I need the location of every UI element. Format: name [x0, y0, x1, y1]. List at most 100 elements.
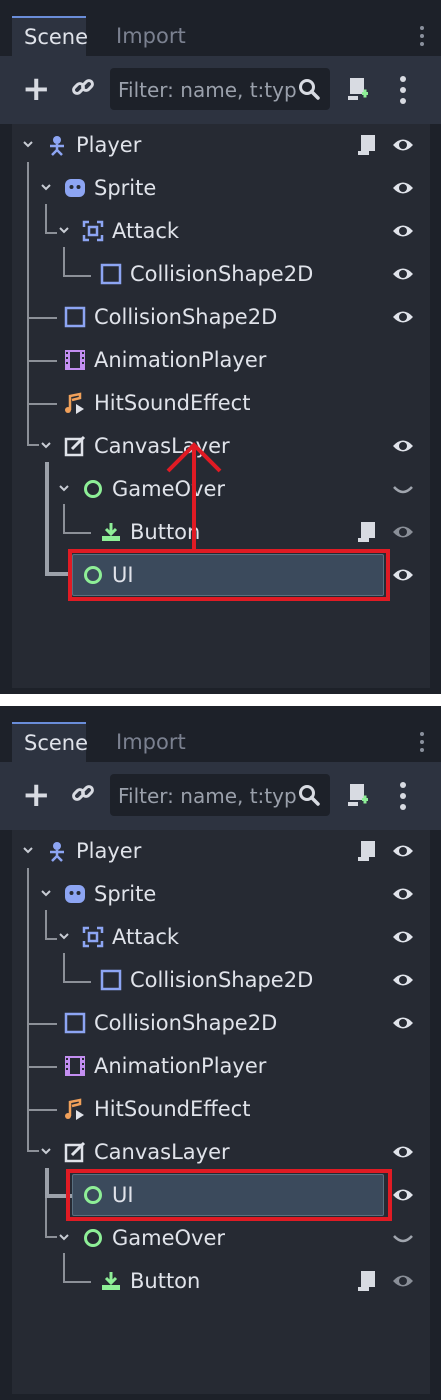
- tree-row-hit-sound[interactable]: HitSoundEffect: [12, 383, 430, 423]
- tab-import[interactable]: Import: [104, 722, 198, 762]
- collapse-arrow-icon[interactable]: [41, 440, 51, 450]
- node-label: AnimationPlayer: [94, 348, 267, 372]
- link-icon[interactable]: [70, 74, 96, 100]
- eye-icon[interactable]: [392, 221, 414, 241]
- script-icon[interactable]: [356, 839, 378, 863]
- eye-icon[interactable]: [392, 927, 414, 947]
- scene-dock-before: Scene Import + Filter: name, t:typ Playe…: [0, 0, 441, 694]
- attach-script-icon[interactable]: [346, 76, 370, 102]
- eye-icon[interactable]: [392, 565, 414, 585]
- tree-row-attack[interactable]: Attack: [12, 211, 430, 251]
- filter-field[interactable]: [110, 68, 330, 112]
- add-node-icon[interactable]: +: [22, 72, 51, 106]
- menu-icon[interactable]: [400, 76, 408, 109]
- tab-import[interactable]: Import: [104, 16, 198, 56]
- tree-row-game-over[interactable]: GameOver: [12, 1218, 430, 1258]
- animation-player-icon: [65, 350, 85, 370]
- collision-shape-icon: [100, 263, 122, 285]
- eye-icon[interactable]: [392, 178, 414, 198]
- scene-dock-after: Scene Import + Filter: name, t:typ Playe…: [0, 706, 441, 1400]
- tree-row-collision[interactable]: CollisionShape2D: [12, 297, 430, 337]
- tree-row-animation-player[interactable]: AnimationPlayer: [12, 1046, 430, 1086]
- collision-shape-icon: [64, 1012, 86, 1034]
- node-label: Attack: [112, 219, 180, 243]
- search-icon: [299, 79, 320, 100]
- canvas-layer-icon: [64, 1141, 86, 1163]
- tree-row-collision[interactable]: CollisionShape2D: [12, 1003, 430, 1043]
- script-icon[interactable]: [356, 133, 378, 157]
- collapse-arrow-icon[interactable]: [59, 225, 69, 235]
- eye-icon[interactable]: [392, 264, 414, 284]
- attach-script-icon[interactable]: [346, 782, 370, 808]
- collapse-arrow-icon[interactable]: [41, 888, 51, 898]
- tree-row-animation-player[interactable]: AnimationPlayer: [12, 340, 430, 380]
- tree-row-attack[interactable]: Attack: [12, 917, 430, 957]
- eye-icon[interactable]: [392, 436, 414, 456]
- filter-input[interactable]: [116, 68, 298, 112]
- tree-row-canvas-layer[interactable]: CanvasLayer: [12, 1132, 430, 1172]
- tree-row-hit-sound[interactable]: HitSoundEffect: [12, 1089, 430, 1129]
- highlight-box: [68, 549, 390, 601]
- collapse-arrow-icon[interactable]: [41, 182, 51, 192]
- filter-field[interactable]: [110, 774, 330, 818]
- collapse-arrow-icon[interactable]: [59, 483, 69, 493]
- scene-tree[interactable]: Player Sprite Attack CollisionShape2D Co…: [12, 124, 430, 688]
- button-icon: [102, 523, 120, 541]
- sprite-icon: [65, 179, 85, 197]
- node-label: CanvasLayer: [94, 1140, 230, 1164]
- script-icon[interactable]: [356, 1269, 378, 1293]
- eye-icon[interactable]: [392, 1185, 414, 1205]
- canvas-layer-icon: [64, 435, 86, 457]
- collapse-arrow-icon[interactable]: [41, 1146, 51, 1156]
- eye-icon[interactable]: [392, 841, 414, 861]
- visibility-hidden-icon[interactable]: [392, 1232, 414, 1246]
- tree-row-sprite[interactable]: Sprite: [12, 874, 430, 914]
- tab-scene[interactable]: Scene: [12, 722, 88, 762]
- tree-row-player[interactable]: Player: [12, 831, 430, 871]
- eye-icon[interactable]: [392, 970, 414, 990]
- area2d-icon: [82, 220, 104, 242]
- tree-row-attack-collision[interactable]: CollisionShape2D: [12, 254, 430, 294]
- scene-toolbar: +: [0, 56, 441, 124]
- sprite-icon: [65, 885, 85, 903]
- node-label: Button: [130, 1269, 201, 1293]
- collapse-arrow-icon[interactable]: [59, 1232, 69, 1242]
- link-icon[interactable]: [70, 780, 96, 806]
- tab-scene[interactable]: Scene: [12, 16, 88, 56]
- tree-row-sprite[interactable]: Sprite: [12, 168, 430, 208]
- character-body-icon: [50, 136, 64, 156]
- collapse-arrow-icon[interactable]: [23, 845, 33, 855]
- audio-player-icon: [65, 1098, 84, 1120]
- dock-tab-bar: Scene Import: [0, 706, 441, 762]
- eye-icon[interactable]: [392, 522, 414, 542]
- tree-row-attack-collision[interactable]: CollisionShape2D: [12, 960, 430, 1000]
- tree-row-player[interactable]: Player: [12, 125, 430, 165]
- collision-shape-icon: [64, 306, 86, 328]
- menu-icon[interactable]: [400, 782, 408, 815]
- eye-icon[interactable]: [392, 1142, 414, 1162]
- collapse-arrow-icon[interactable]: [59, 931, 69, 941]
- script-icon[interactable]: [356, 520, 378, 544]
- eye-icon[interactable]: [392, 1013, 414, 1033]
- filter-input[interactable]: [116, 774, 298, 818]
- dock-menu-icon[interactable]: [419, 732, 425, 756]
- add-node-icon[interactable]: +: [22, 778, 51, 812]
- eye-icon[interactable]: [392, 884, 414, 904]
- node-label: AnimationPlayer: [94, 1054, 267, 1078]
- node-label: CollisionShape2D: [130, 262, 314, 286]
- eye-icon[interactable]: [392, 135, 414, 155]
- tree-row-button[interactable]: Button: [12, 1261, 430, 1301]
- audio-player-icon: [65, 392, 84, 414]
- scene-tree[interactable]: Player Sprite Attack CollisionShape2D Co…: [12, 830, 430, 1394]
- node-label: GameOver: [112, 1226, 226, 1250]
- node-label: Sprite: [94, 176, 157, 200]
- dock-tab-bar: Scene Import: [0, 0, 441, 56]
- scene-toolbar: +: [0, 762, 441, 830]
- dock-menu-icon[interactable]: [419, 26, 425, 50]
- collapse-arrow-icon[interactable]: [23, 139, 33, 149]
- collision-shape-icon: [100, 969, 122, 991]
- visibility-hidden-icon[interactable]: [392, 483, 414, 497]
- node-label: Player: [76, 133, 142, 157]
- eye-icon[interactable]: [392, 307, 414, 327]
- eye-icon[interactable]: [392, 1271, 414, 1291]
